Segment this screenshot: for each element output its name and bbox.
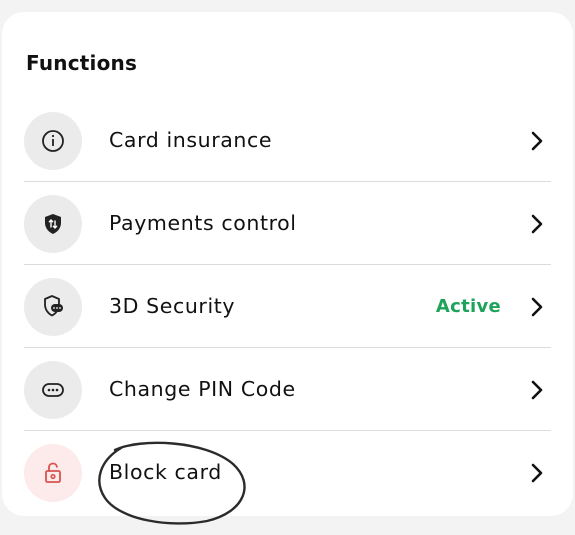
row-payments-control[interactable]: Payments control <box>24 182 551 265</box>
row-change-pin[interactable]: Change PIN Code <box>24 348 551 431</box>
chevron-right-icon <box>531 380 543 400</box>
section-title: Functions <box>26 51 138 75</box>
row-label: Block card <box>109 460 222 484</box>
row-label: Card insurance <box>109 128 273 152</box>
functions-list: Card insurance Payments control 3D Secur… <box>24 99 551 514</box>
chevron-right-icon <box>531 463 543 483</box>
row-card-insurance[interactable]: Card insurance <box>24 99 551 182</box>
row-label: 3D Security <box>109 294 236 318</box>
chevron-right-icon <box>531 297 543 317</box>
unlock-icon <box>24 444 82 502</box>
row-label: Change PIN Code <box>109 377 296 401</box>
functions-card: Functions Card insurance Payments contro… <box>2 12 573 516</box>
row-3d-security[interactable]: 3D Security Active <box>24 265 551 348</box>
shield-payments-icon <box>24 195 82 253</box>
chevron-right-icon <box>531 214 543 234</box>
shield-chat-icon <box>24 278 82 336</box>
chevron-right-icon <box>531 131 543 151</box>
pin-dots-icon <box>24 361 82 419</box>
status-badge: Active <box>435 296 501 317</box>
row-label: Payments control <box>109 211 297 235</box>
row-block-card[interactable]: Block card <box>24 431 551 514</box>
info-icon <box>24 112 82 170</box>
